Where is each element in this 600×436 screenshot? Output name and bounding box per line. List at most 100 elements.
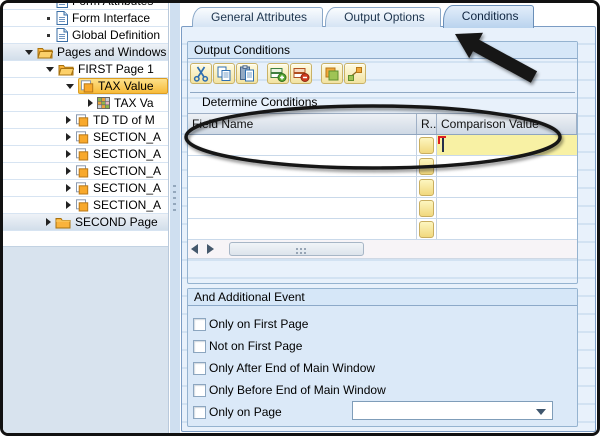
tree-item-section-1[interactable]: SECTION_A — [3, 129, 168, 146]
insert-row-button[interactable] — [267, 63, 289, 84]
scroll-left-button[interactable] — [188, 241, 204, 258]
tree-item-section-3[interactable]: SECTION_A — [3, 163, 168, 180]
field-name-cell[interactable] — [188, 177, 417, 197]
tree-item-section-4[interactable]: SECTION_A — [3, 180, 168, 197]
column-header-r[interactable]: R.. — [417, 114, 437, 134]
checkbox-row-after-end: Only After End of Main Window — [193, 359, 375, 377]
tree-item-tax-value[interactable]: TAX Value — [3, 78, 168, 95]
only-after-end-checkbox[interactable] — [193, 362, 206, 375]
thumb-grip-icon — [296, 248, 298, 250]
expand-arrow-icon[interactable] — [88, 99, 93, 107]
not-on-first-page-checkbox[interactable] — [193, 340, 206, 353]
chevron-down-icon — [536, 409, 546, 420]
copy-icon — [215, 65, 233, 83]
field-name-cell[interactable] — [188, 198, 417, 218]
r-cell — [417, 177, 437, 197]
additional-event-group: And Additional Event Only on First Page … — [187, 288, 578, 427]
cut-icon — [192, 65, 210, 83]
folder-open-icon — [58, 63, 74, 76]
range-button[interactable] — [419, 200, 434, 217]
checkbox-row-not-first-page: Not on First Page — [193, 337, 302, 355]
table-icon — [97, 97, 110, 109]
expand-arrow-icon[interactable] — [66, 133, 71, 141]
scrollbar-thumb[interactable] — [229, 242, 364, 256]
cut-button[interactable] — [190, 63, 212, 84]
collapse-arrow-icon[interactable] — [66, 84, 74, 89]
window-icon — [75, 114, 89, 127]
tree-item-label: TAX Va — [114, 96, 154, 110]
conditions-tab-body: Output Conditions — [181, 26, 596, 432]
comparison-value-cell[interactable] — [437, 156, 577, 176]
delete-row-button[interactable] — [290, 63, 312, 84]
r-cell — [417, 135, 437, 155]
checkbox-label: Only After End of Main Window — [209, 361, 375, 375]
paste-icon — [238, 65, 256, 83]
only-on-page-checkbox[interactable] — [193, 406, 206, 419]
range-button[interactable] — [419, 137, 434, 154]
expand-arrow-icon[interactable] — [66, 116, 71, 124]
page-select-dropdown[interactable] — [352, 401, 553, 420]
tree-item-first-page[interactable]: FIRST Page 1 — [3, 61, 168, 78]
deselect-all-button[interactable] — [344, 63, 366, 84]
select-all-button[interactable] — [321, 63, 343, 84]
tree-item-label: Form Attributes — [72, 3, 153, 8]
folder-closed-icon — [55, 216, 71, 229]
range-button[interactable] — [419, 158, 434, 175]
field-name-cell[interactable] — [188, 156, 417, 176]
collapse-arrow-icon[interactable] — [25, 50, 33, 55]
table-header-row: Field Name R.. Comparison Value — [188, 114, 577, 135]
tree-item-form-attributes[interactable]: Form Attributes — [3, 3, 168, 10]
tab-general-attributes[interactable]: General Attributes — [192, 7, 323, 27]
determine-conditions-title: Determine Conditions — [190, 92, 575, 111]
column-header-field-name[interactable]: Field Name — [188, 114, 417, 134]
tree-empty-area — [3, 246, 168, 433]
expand-arrow-icon[interactable] — [46, 218, 51, 226]
tree-item-section-5[interactable]: SECTION_A — [3, 197, 168, 214]
paste-button[interactable] — [236, 63, 258, 84]
comparison-value-cell[interactable] — [437, 177, 577, 197]
checkbox-label: Only Before End of Main Window — [209, 383, 386, 397]
delete-row-icon — [292, 65, 310, 83]
panel-splitter[interactable] — [170, 3, 180, 433]
tree-item-label: SECTION_A — [93, 130, 161, 144]
scroll-right-button[interactable] — [204, 241, 220, 258]
output-conditions-group: Output Conditions — [187, 41, 578, 284]
checkbox-row-only-on-page: Only on Page — [193, 403, 282, 421]
comparison-value-cell-focused[interactable] — [437, 135, 577, 155]
tree-item-pages-and-windows[interactable]: Pages and Windows — [3, 44, 168, 61]
comparison-value-cell[interactable] — [437, 198, 577, 218]
horizontal-scrollbar[interactable] — [188, 240, 577, 259]
deselect-all-icon — [346, 65, 364, 83]
tree-item-td[interactable]: TD TD of M — [3, 112, 168, 129]
only-before-end-checkbox[interactable] — [193, 384, 206, 397]
scroll-right-icon — [207, 244, 214, 254]
range-button[interactable] — [419, 221, 434, 238]
tab-conditions[interactable]: Conditions — [443, 5, 535, 28]
document-icon — [56, 11, 68, 25]
expand-arrow-icon[interactable] — [66, 150, 71, 158]
tree-item-label: SECTION_A — [93, 198, 161, 212]
expand-arrow-icon[interactable] — [66, 201, 71, 209]
tree-item-global-definition[interactable]: Global Definition — [3, 27, 168, 44]
tree-item-second-page[interactable]: SECOND Page — [3, 214, 168, 231]
additional-event-title: And Additional Event — [188, 289, 577, 306]
collapse-arrow-icon[interactable] — [46, 67, 54, 72]
expand-arrow-icon[interactable] — [66, 184, 71, 192]
tree-item-tax-value-table[interactable]: TAX Va — [3, 95, 168, 112]
expand-arrow-icon[interactable] — [66, 167, 71, 175]
document-icon — [56, 3, 68, 8]
comparison-value-cell[interactable] — [437, 219, 577, 239]
splitter-grip-icon — [173, 185, 176, 211]
copy-button[interactable] — [213, 63, 235, 84]
range-button[interactable] — [419, 179, 434, 196]
tree-item-label: FIRST Page 1 — [78, 62, 154, 76]
column-header-comparison-value[interactable]: Comparison Value — [437, 114, 577, 134]
tree-item-section-2[interactable]: SECTION_A — [3, 146, 168, 163]
tab-output-options[interactable]: Output Options — [325, 7, 441, 27]
field-name-cell[interactable] — [188, 135, 417, 155]
tree-item-form-interface[interactable]: Form Interface — [3, 10, 168, 27]
only-on-first-page-checkbox[interactable] — [193, 318, 206, 331]
output-conditions-title: Output Conditions — [188, 42, 577, 59]
field-name-cell[interactable] — [188, 219, 417, 239]
window-icon — [75, 182, 89, 195]
